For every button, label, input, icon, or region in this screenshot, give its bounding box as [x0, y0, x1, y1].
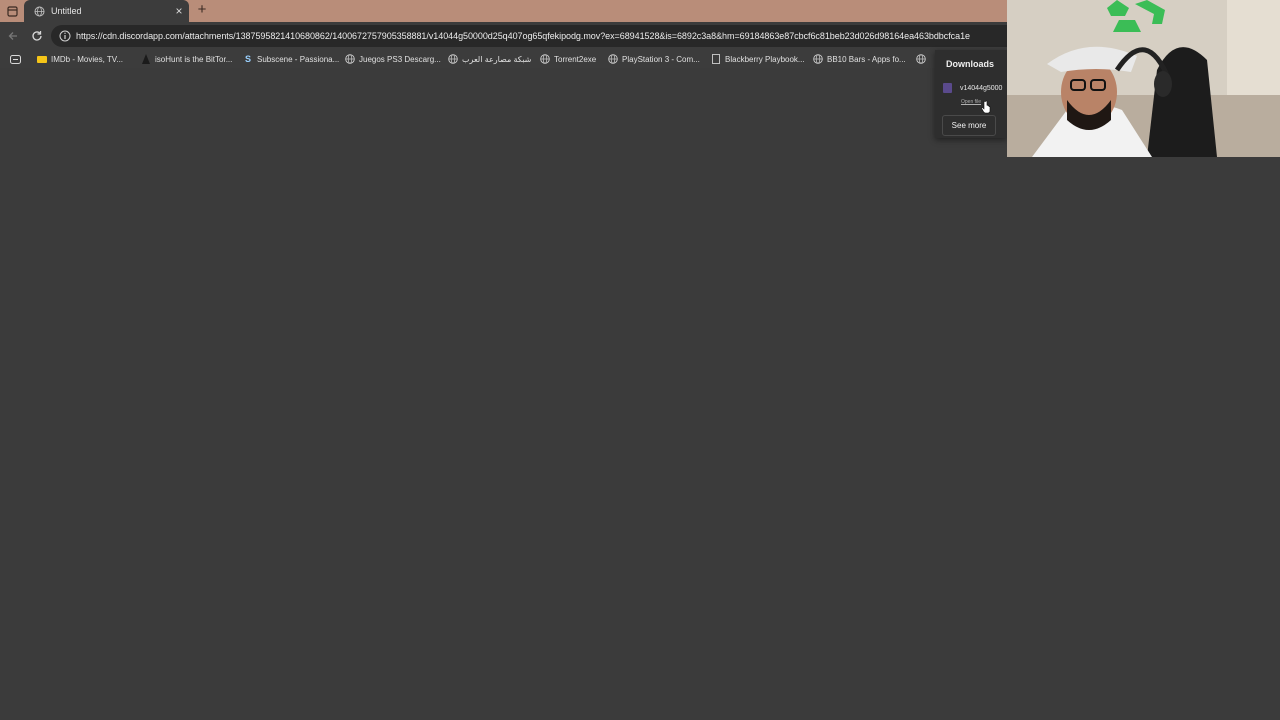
globe-icon	[34, 6, 45, 17]
globe-icon	[608, 54, 618, 64]
open-file-link[interactable]: Open file	[961, 99, 981, 105]
bookmark-blackberry-playbook[interactable]: Blackberry Playbook...	[711, 51, 805, 67]
globe-icon	[916, 54, 926, 64]
bookmark-bb10-bars[interactable]: BB10 Bars - Apps fo...	[813, 51, 906, 67]
reload-icon[interactable]	[29, 28, 45, 44]
bookmarks-bar: IMDb - Movies, TV... isoHunt is the BitT…	[0, 50, 1007, 68]
webcam-overlay	[1007, 0, 1280, 157]
globe-icon	[345, 54, 355, 64]
bookmark-overflow[interactable]	[916, 51, 930, 67]
hand-cursor-icon	[981, 100, 991, 114]
bookmark-arab-wrestling[interactable]: شبكة مصارعة العرب	[448, 51, 531, 67]
page-icon	[711, 54, 721, 64]
webcam-feed-image	[1007, 0, 1280, 157]
bookmark-label: BB10 Bars - Apps fo...	[827, 54, 906, 64]
bookmark-torrent2exe[interactable]: Torrent2exe	[540, 51, 596, 67]
globe-icon	[813, 54, 823, 64]
isohunt-icon	[141, 54, 151, 64]
bookmark-subscene[interactable]: S Subscene - Passiona...	[243, 51, 339, 67]
download-filename: v14044g5000	[960, 85, 1003, 92]
bookmark-label: IMDb - Movies, TV...	[51, 54, 124, 64]
subscene-icon: S	[244, 54, 251, 64]
browser-window: Untitled × + https://cdn.discordapp.com/…	[0, 0, 1021, 720]
page-content	[0, 68, 1007, 720]
imdb-icon	[37, 54, 47, 64]
tab-title: Untitled	[51, 6, 82, 16]
tab-untitled[interactable]: Untitled ×	[24, 0, 189, 22]
bookmark-playstation3[interactable]: PlayStation 3 - Com...	[608, 51, 700, 67]
new-tab-icon[interactable]: +	[194, 2, 210, 18]
bookmark-label: Juegos PS3 Descarg...	[359, 54, 441, 64]
tab-strip: Untitled × +	[0, 0, 1007, 22]
bookmark-label: شبكة مصارعة العرب	[462, 54, 532, 64]
bookmark-isohunt[interactable]: isoHunt is the BitTor...	[141, 51, 232, 67]
tab-search-icon[interactable]	[5, 4, 20, 18]
bookmark-label: Torrent2exe	[554, 54, 597, 64]
bookmark-imdb[interactable]: IMDb - Movies, TV...	[37, 51, 123, 67]
bookmark-label: Subscene - Passiona...	[257, 54, 340, 64]
bookmark-label: Blackberry Playbook...	[725, 54, 805, 64]
site-info-icon[interactable]	[59, 30, 71, 42]
video-file-icon	[943, 83, 952, 93]
address-bar[interactable]: https://cdn.discordapp.com/attachments/1…	[51, 25, 1021, 47]
globe-icon	[540, 54, 550, 64]
globe-icon	[448, 54, 458, 64]
bookmark-label: PlayStation 3 - Com...	[622, 54, 700, 64]
url-text: https://cdn.discordapp.com/attachments/1…	[76, 31, 970, 41]
downloads-title: Downloads	[946, 59, 995, 69]
bookmark-juegos-ps3[interactable]: Juegos PS3 Descarg...	[345, 51, 441, 67]
download-item[interactable]: v14044g5000 Open file	[943, 83, 1007, 107]
bookmark-label: isoHunt is the BitTor...	[155, 54, 233, 64]
bookmarks-menu-icon[interactable]	[10, 51, 21, 67]
toolbar: https://cdn.discordapp.com/attachments/1…	[0, 22, 1021, 50]
back-arrow-icon[interactable]	[5, 28, 21, 44]
close-tab-icon[interactable]: ×	[171, 4, 187, 18]
see-more-button[interactable]: See more	[942, 115, 996, 136]
